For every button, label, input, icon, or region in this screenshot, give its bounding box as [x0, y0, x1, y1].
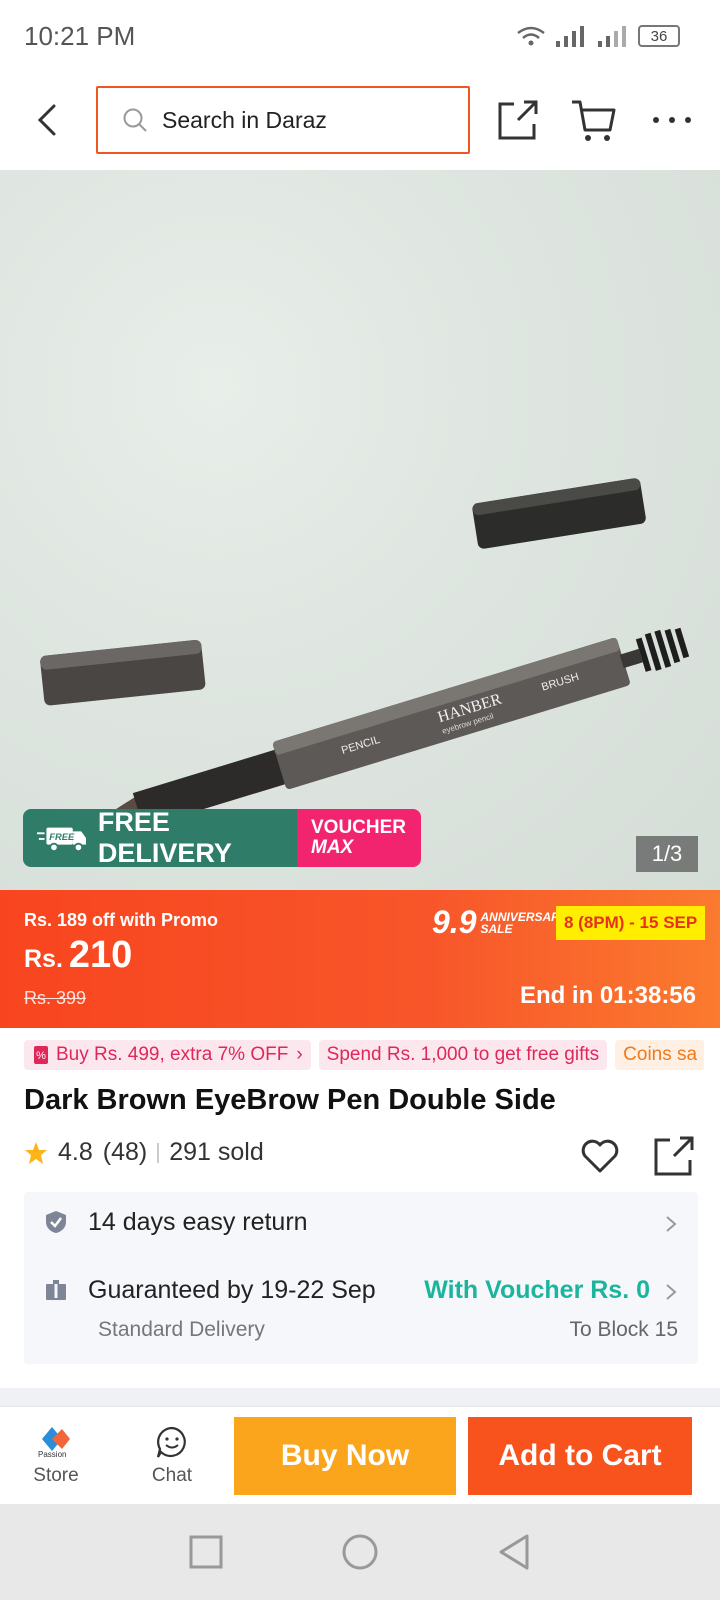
chevron-right-icon [666, 1216, 677, 1232]
section-divider [0, 1388, 720, 1406]
home-circle-icon[interactable] [341, 1533, 379, 1571]
image-counter: 1/3 [636, 836, 698, 872]
status-icons: 36 [516, 25, 680, 47]
return-policy-row[interactable]: 14 days easy return [24, 1192, 698, 1252]
chevron-right-icon: › [296, 1044, 303, 1065]
signal-icon [556, 26, 584, 47]
free-delivery-text: FREE DELIVERY [97, 807, 232, 868]
status-time: 10:21 PM [24, 20, 136, 51]
promo-tag-gifts-label: Spend Rs. 1,000 to get free gifts [326, 1044, 600, 1065]
signal-icon-2 [598, 26, 626, 47]
product-image[interactable]: PENCIL HANBER eyebrow pencil BRUSH [0, 170, 720, 890]
promo-tags: % Buy Rs. 499, extra 7% OFF › Spend Rs. … [24, 1040, 704, 1070]
add-to-cart-button[interactable]: Add to Cart [468, 1417, 692, 1495]
original-price: Rs. 399 [24, 988, 87, 1008]
product-title: Dark Brown EyeBrow Pen Double Side [24, 1084, 556, 1116]
pencil-cap-right [472, 478, 646, 549]
price-amount: 210 [68, 934, 133, 976]
battery-icon: 36 [638, 25, 680, 47]
pencil-cap-left [40, 639, 206, 706]
delivery-location-text: To Block 15 [569, 1318, 678, 1341]
sale-countdown: End in 01:38:56 [519, 982, 696, 1009]
search-placeholder: Search in Daraz [162, 106, 327, 133]
delivery-box-icon [46, 1280, 66, 1300]
back-icon[interactable] [30, 100, 66, 140]
back-triangle-icon[interactable] [497, 1534, 531, 1570]
promo-tag-discount-label: Buy Rs. 499, extra 7% OFF [56, 1044, 289, 1065]
chat-icon [156, 1426, 186, 1458]
promo-tag-coins[interactable]: Coins sa [615, 1040, 704, 1070]
wishlist-heart-icon[interactable] [580, 1136, 620, 1176]
chat-button[interactable]: Chat [122, 1407, 222, 1505]
chevron-right-icon [666, 1284, 677, 1300]
rating-row[interactable]: 4.8 (48) 291 sold [24, 1138, 264, 1167]
chat-label: Chat [151, 1465, 193, 1486]
free-delivery-badge: FREE FREE DELIVERY [23, 807, 299, 868]
promo-text[interactable]: Rs. 189 off with Promo [24, 910, 218, 931]
store-button[interactable]: Passion Store [6, 1407, 106, 1505]
svg-text:%: % [36, 1050, 46, 1062]
system-nav-bar [0, 1504, 720, 1600]
sale-logo-number: 9.9 [432, 904, 477, 940]
service-box: 14 days easy return Guaranteed by 19-22 … [24, 1192, 698, 1364]
sale-logo-line-2: SALE [480, 921, 513, 936]
delivery-row[interactable]: Guaranteed by 19-22 Sep Standard Deliver… [24, 1252, 698, 1364]
voucher-icon: % [34, 1046, 48, 1064]
share-icon[interactable] [494, 96, 542, 144]
free-tag-text: FREE [49, 831, 75, 842]
search-input[interactable]: Search in Daraz [96, 86, 470, 154]
review-count: (48) [102, 1138, 148, 1166]
voucher-line-2: MAX [311, 837, 354, 858]
status-bar: 10:21 PM 36 [0, 0, 720, 72]
voucher-max-badge: VOUCHER MAX [297, 809, 421, 867]
eyebrow-pencil-illustration: PENCIL HANBER eyebrow pencil BRUSH [40, 478, 690, 828]
store-logo-text: Passion [38, 1450, 66, 1459]
buy-now-button[interactable]: Buy Now [234, 1417, 456, 1495]
share-icon[interactable] [654, 1136, 694, 1176]
delivery-date-text: Guaranteed by 19-22 Sep [88, 1276, 376, 1304]
star-icon [25, 1141, 47, 1164]
current-price: Rs. 210 [24, 934, 132, 977]
sale-date-badge: 8 (8PM) - 15 SEP [556, 906, 706, 940]
wifi-icon [517, 26, 545, 46]
return-policy-text: 14 days easy return [88, 1208, 308, 1236]
more-icon[interactable] [648, 96, 696, 144]
voucher-line-1: VOUCHER [311, 817, 407, 838]
delivery-truck-icon: FREE [37, 827, 86, 853]
top-bar: Search in Daraz [0, 72, 720, 168]
shipping-voucher-text: With Voucher Rs. 0 [424, 1276, 650, 1304]
promo-tag-discount[interactable]: % Buy Rs. 499, extra 7% OFF › [24, 1040, 311, 1070]
store-label: Store [33, 1465, 79, 1486]
price-band: Rs. 189 off with Promo Rs. 210 Rs. 399 9.… [0, 890, 720, 1028]
sold-count: 291 sold [169, 1138, 264, 1166]
divider [157, 1142, 160, 1163]
rating-value: 4.8 [58, 1138, 93, 1166]
sale-logo: 9.9 ANNIVERSARY SALE [432, 904, 568, 941]
promo-tag-gifts[interactable]: Spend Rs. 1,000 to get free gifts [318, 1040, 608, 1070]
store-logo-icon: Passion [38, 1427, 70, 1459]
price-currency: Rs. [24, 945, 63, 973]
promo-tag-coins-label: Coins sa [623, 1044, 698, 1065]
delivery-type-text: Standard Delivery [98, 1318, 265, 1341]
bottom-action-bar: Passion Store Chat Buy Now Add to Cart [0, 1406, 720, 1504]
search-icon [123, 108, 147, 132]
recents-square-icon[interactable] [189, 1535, 223, 1569]
cart-icon[interactable] [570, 96, 618, 144]
shield-check-icon [46, 1211, 66, 1233]
